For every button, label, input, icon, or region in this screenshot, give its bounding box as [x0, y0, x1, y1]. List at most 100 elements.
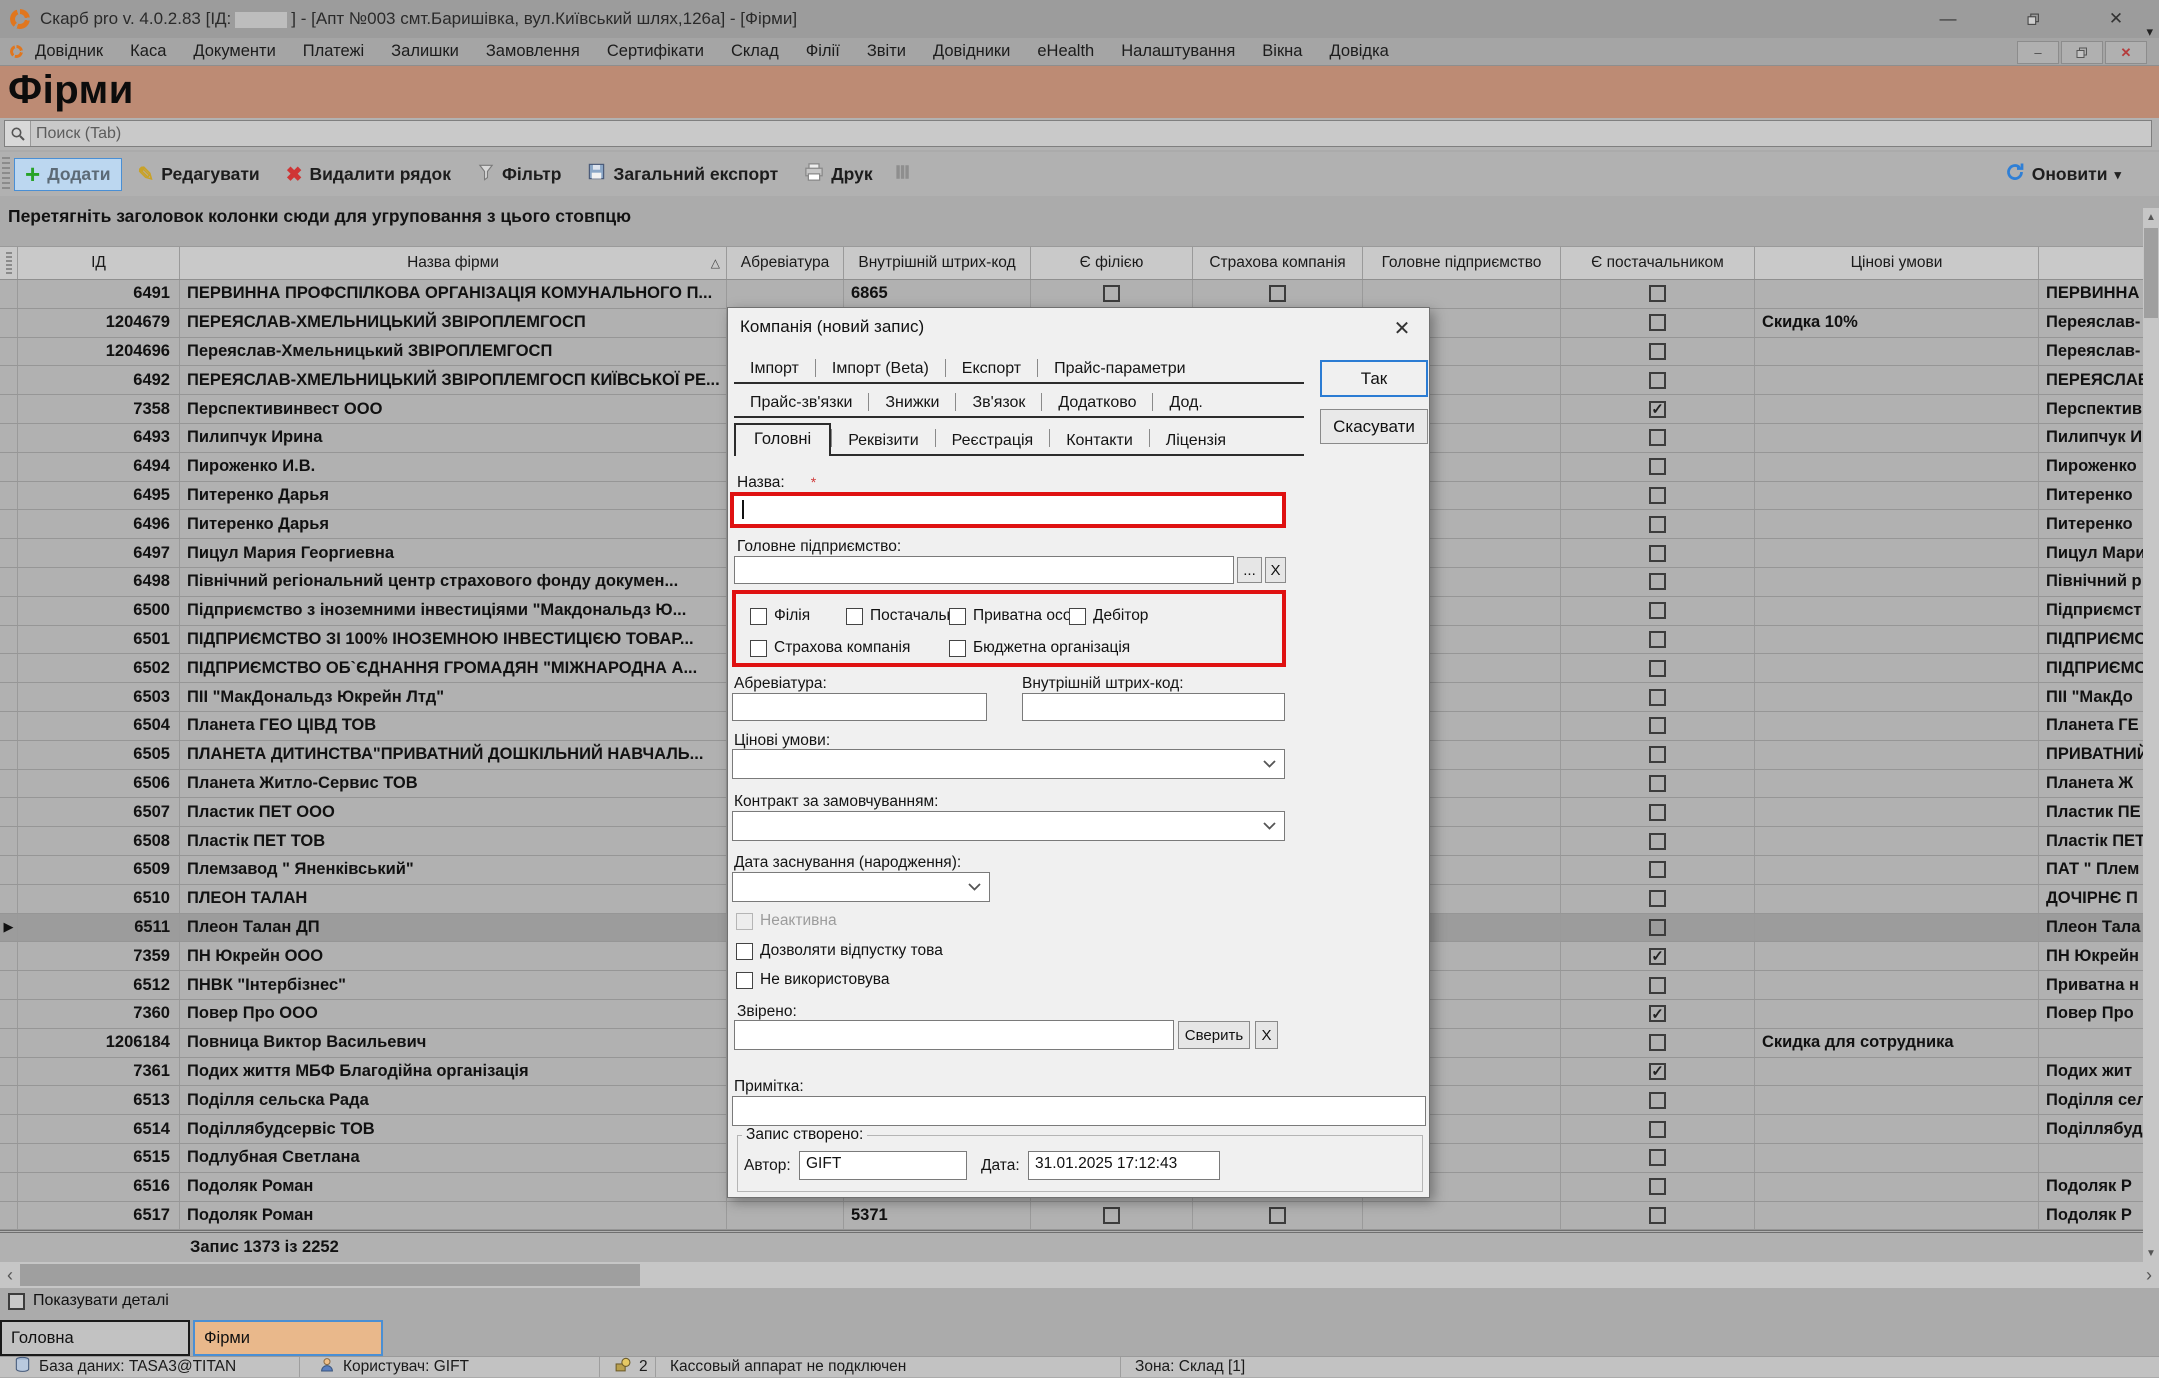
delete-row-button[interactable]: ✖Видалити рядок	[276, 157, 461, 192]
column-header-name[interactable]: Назва фірми△	[180, 247, 727, 279]
ok-button[interactable]: Так	[1320, 360, 1428, 397]
menu-item[interactable]: Залишки	[391, 42, 459, 61]
cell-name: Подоляк Роман	[180, 1202, 727, 1230]
price-terms-select[interactable]	[732, 749, 1285, 779]
dialog-tab[interactable]: Головні	[734, 423, 831, 456]
barcode-input[interactable]	[1022, 693, 1285, 721]
dialog-tab[interactable]: Прайс-зв'язки	[734, 390, 868, 416]
column-header-maincompany[interactable]: Головне підприємство	[1363, 247, 1561, 279]
founded-date-select[interactable]	[732, 872, 990, 902]
column-header-insurance[interactable]: Страхова компанія	[1193, 247, 1363, 279]
type-checkbox[interactable]: Постачальни	[846, 607, 964, 625]
checkbox-icon	[1649, 458, 1666, 475]
note-input[interactable]	[732, 1096, 1426, 1126]
cell-fullname: ПАТ " Плем	[2039, 856, 2159, 884]
column-header-issupplier[interactable]: Є постачальником	[1561, 247, 1755, 279]
dialog-tab[interactable]: Дод.	[1153, 390, 1218, 416]
minimize-button[interactable]: —	[1917, 0, 1979, 38]
menu-item[interactable]: Платежі	[303, 42, 364, 61]
menu-item[interactable]: Довідники	[933, 42, 1010, 61]
vertical-scroll-thumb[interactable]	[2144, 228, 2158, 318]
dialog-tab[interactable]: Прайс-параметри	[1038, 356, 1201, 382]
vertical-scrollbar[interactable]: ▲ ▼	[2143, 208, 2159, 1262]
abbr-input[interactable]	[732, 693, 987, 721]
type-checkbox[interactable]: Дебітор	[1069, 607, 1148, 625]
maximize-button[interactable]	[2002, 0, 2064, 38]
cell-id: 6512	[18, 971, 180, 999]
export-button[interactable]: Загальний експорт	[577, 157, 788, 191]
search-input[interactable]: Поиск (Tab)	[4, 120, 2152, 147]
edit-button[interactable]: ✎Редагувати	[128, 157, 270, 192]
mdi-close-button[interactable]: ✕	[2105, 41, 2147, 64]
menu-item[interactable]: Філії	[806, 42, 840, 61]
menu-item[interactable]: Документи	[193, 42, 275, 61]
table-row[interactable]: 6517Подоляк Роман5371Подоляк Р	[0, 1202, 2159, 1231]
scroll-left-icon[interactable]: ‹	[0, 1262, 20, 1288]
scroll-right-icon[interactable]: ›	[2139, 1262, 2159, 1288]
table-row[interactable]: 6491ПЕРВИННА ПРОФСПІЛКОВА ОРГАНІЗАЦІЯ КО…	[0, 280, 2159, 309]
type-checkbox[interactable]: Філія	[750, 607, 810, 625]
type-checkbox[interactable]: Бюджетна організація	[949, 639, 1130, 657]
type-checkbox[interactable]: Страхова компанія	[750, 639, 910, 657]
menu-item[interactable]: Довідка	[1329, 42, 1388, 61]
print-button[interactable]: Друк	[794, 157, 882, 192]
dialog-tab[interactable]: Ліцензія	[1150, 428, 1242, 454]
cell-is-supplier	[1561, 654, 1755, 682]
dialog-tab[interactable]: Імпорт	[734, 356, 815, 382]
main-company-input[interactable]	[734, 556, 1234, 584]
dialog-tab[interactable]: Реєстрація	[936, 428, 1050, 454]
add-button[interactable]: +Додати	[14, 158, 122, 191]
columns-icon[interactable]	[893, 163, 911, 186]
main-company-clear-button[interactable]: X	[1265, 557, 1286, 583]
column-header-abbr[interactable]: Абревіатура	[727, 247, 844, 279]
name-input[interactable]	[734, 496, 1282, 524]
row-grip	[0, 1029, 18, 1057]
tab-firms[interactable]: Фірми	[193, 1320, 383, 1356]
column-header-fullname[interactable]	[2039, 247, 2159, 279]
dialog-tab[interactable]: Контакти	[1050, 428, 1149, 454]
cancel-button[interactable]: Скасувати	[1320, 409, 1428, 444]
filter-button[interactable]: Фільтр	[467, 158, 571, 191]
column-header-isbranch[interactable]: Є філією	[1031, 247, 1193, 279]
mdi-minimize-button[interactable]: –	[2017, 41, 2059, 64]
scroll-up-icon[interactable]: ▲	[2143, 208, 2159, 226]
menu-item[interactable]: Звіти	[867, 42, 906, 61]
verified-clear-button[interactable]: X	[1255, 1021, 1278, 1049]
not-use-checkbox[interactable]: Не використовува	[736, 971, 890, 989]
menu-item[interactable]: Замовлення	[486, 42, 580, 61]
contract-select[interactable]	[732, 811, 1285, 841]
horizontal-scroll-thumb[interactable]	[20, 1264, 640, 1286]
menu-item[interactable]: Довідник	[35, 42, 103, 61]
menu-item[interactable]: eHealth	[1037, 42, 1094, 61]
dialog-tab[interactable]: Реквізити	[832, 428, 934, 454]
dialog-tab[interactable]: Додатково	[1042, 390, 1152, 416]
type-checkbox[interactable]: Приватна осо	[949, 607, 1072, 625]
dialog-tab[interactable]: Імпорт (Beta)	[816, 356, 945, 382]
main-company-lookup-button[interactable]: ...	[1237, 557, 1262, 583]
toolbar-grip[interactable]	[2, 157, 10, 191]
verify-button[interactable]: Сверить	[1178, 1021, 1250, 1049]
dialog-close-icon[interactable]: ✕	[1389, 316, 1415, 341]
cell-name: Переяслав-Хмельницький ЗВІРОПЛЕМГОСП	[180, 338, 727, 366]
close-button[interactable]: ✕	[2085, 0, 2147, 38]
dialog-tab[interactable]: Експорт	[946, 356, 1037, 382]
mdi-restore-button[interactable]	[2061, 41, 2103, 64]
menu-item[interactable]: Каса	[130, 42, 166, 61]
tab-home[interactable]: Головна	[0, 1320, 190, 1356]
menu-item[interactable]: Вікна	[1262, 42, 1302, 61]
menu-item[interactable]: Сертифікати	[607, 42, 704, 61]
horizontal-scrollbar[interactable]: ‹ ›	[0, 1262, 2159, 1288]
column-menu-caret-icon[interactable]: ▾	[2146, 24, 2153, 40]
menu-item[interactable]: Налаштування	[1121, 42, 1235, 61]
show-details-checkbox[interactable]	[8, 1293, 25, 1310]
refresh-button[interactable]: Оновити ▾	[1995, 157, 2131, 192]
column-header-priceterms[interactable]: Цінові умови	[1755, 247, 2039, 279]
column-header-id[interactable]: ІД	[18, 247, 180, 279]
verified-input[interactable]	[734, 1020, 1174, 1050]
allow-dispense-checkbox[interactable]: Дозволяти відпустку това	[736, 942, 943, 960]
dialog-tab[interactable]: Зв'язок	[956, 390, 1041, 416]
dialog-tab[interactable]: Знижки	[869, 390, 955, 416]
menu-item[interactable]: Склад	[731, 42, 779, 61]
scroll-down-icon[interactable]: ▼	[2143, 1244, 2159, 1262]
column-header-barcode[interactable]: Внутрішній штрих-код	[844, 247, 1031, 279]
